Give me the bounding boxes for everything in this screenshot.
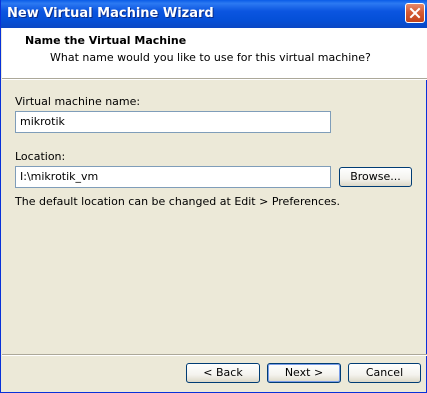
close-button[interactable] xyxy=(405,3,425,23)
location-input[interactable]: I:\mikrotik_vm xyxy=(15,166,331,188)
browse-button[interactable]: Browse... xyxy=(339,167,412,187)
window-title: New Virtual Machine Wizard xyxy=(7,6,214,21)
title-bar[interactable]: New Virtual Machine Wizard xyxy=(1,0,427,28)
header-divider xyxy=(2,79,427,80)
back-button[interactable]: < Back xyxy=(186,363,260,383)
vm-name-label: Virtual machine name: xyxy=(15,95,141,108)
page-title: Name the Virtual Machine xyxy=(25,34,187,47)
page-subtitle: What name would you like to use for this… xyxy=(50,51,371,64)
location-hint: The default location can be changed at E… xyxy=(15,195,341,208)
cancel-button[interactable]: Cancel xyxy=(348,363,421,383)
vm-name-input[interactable]: mikrotik xyxy=(15,111,331,133)
wizard-header: Name the Virtual Machine What name would… xyxy=(2,28,427,79)
next-button[interactable]: Next > xyxy=(267,363,341,383)
footer-divider xyxy=(2,354,427,356)
close-icon xyxy=(409,7,421,19)
location-label: Location: xyxy=(15,150,66,163)
wizard-window: New Virtual Machine Wizard Name the Virt… xyxy=(0,0,427,393)
